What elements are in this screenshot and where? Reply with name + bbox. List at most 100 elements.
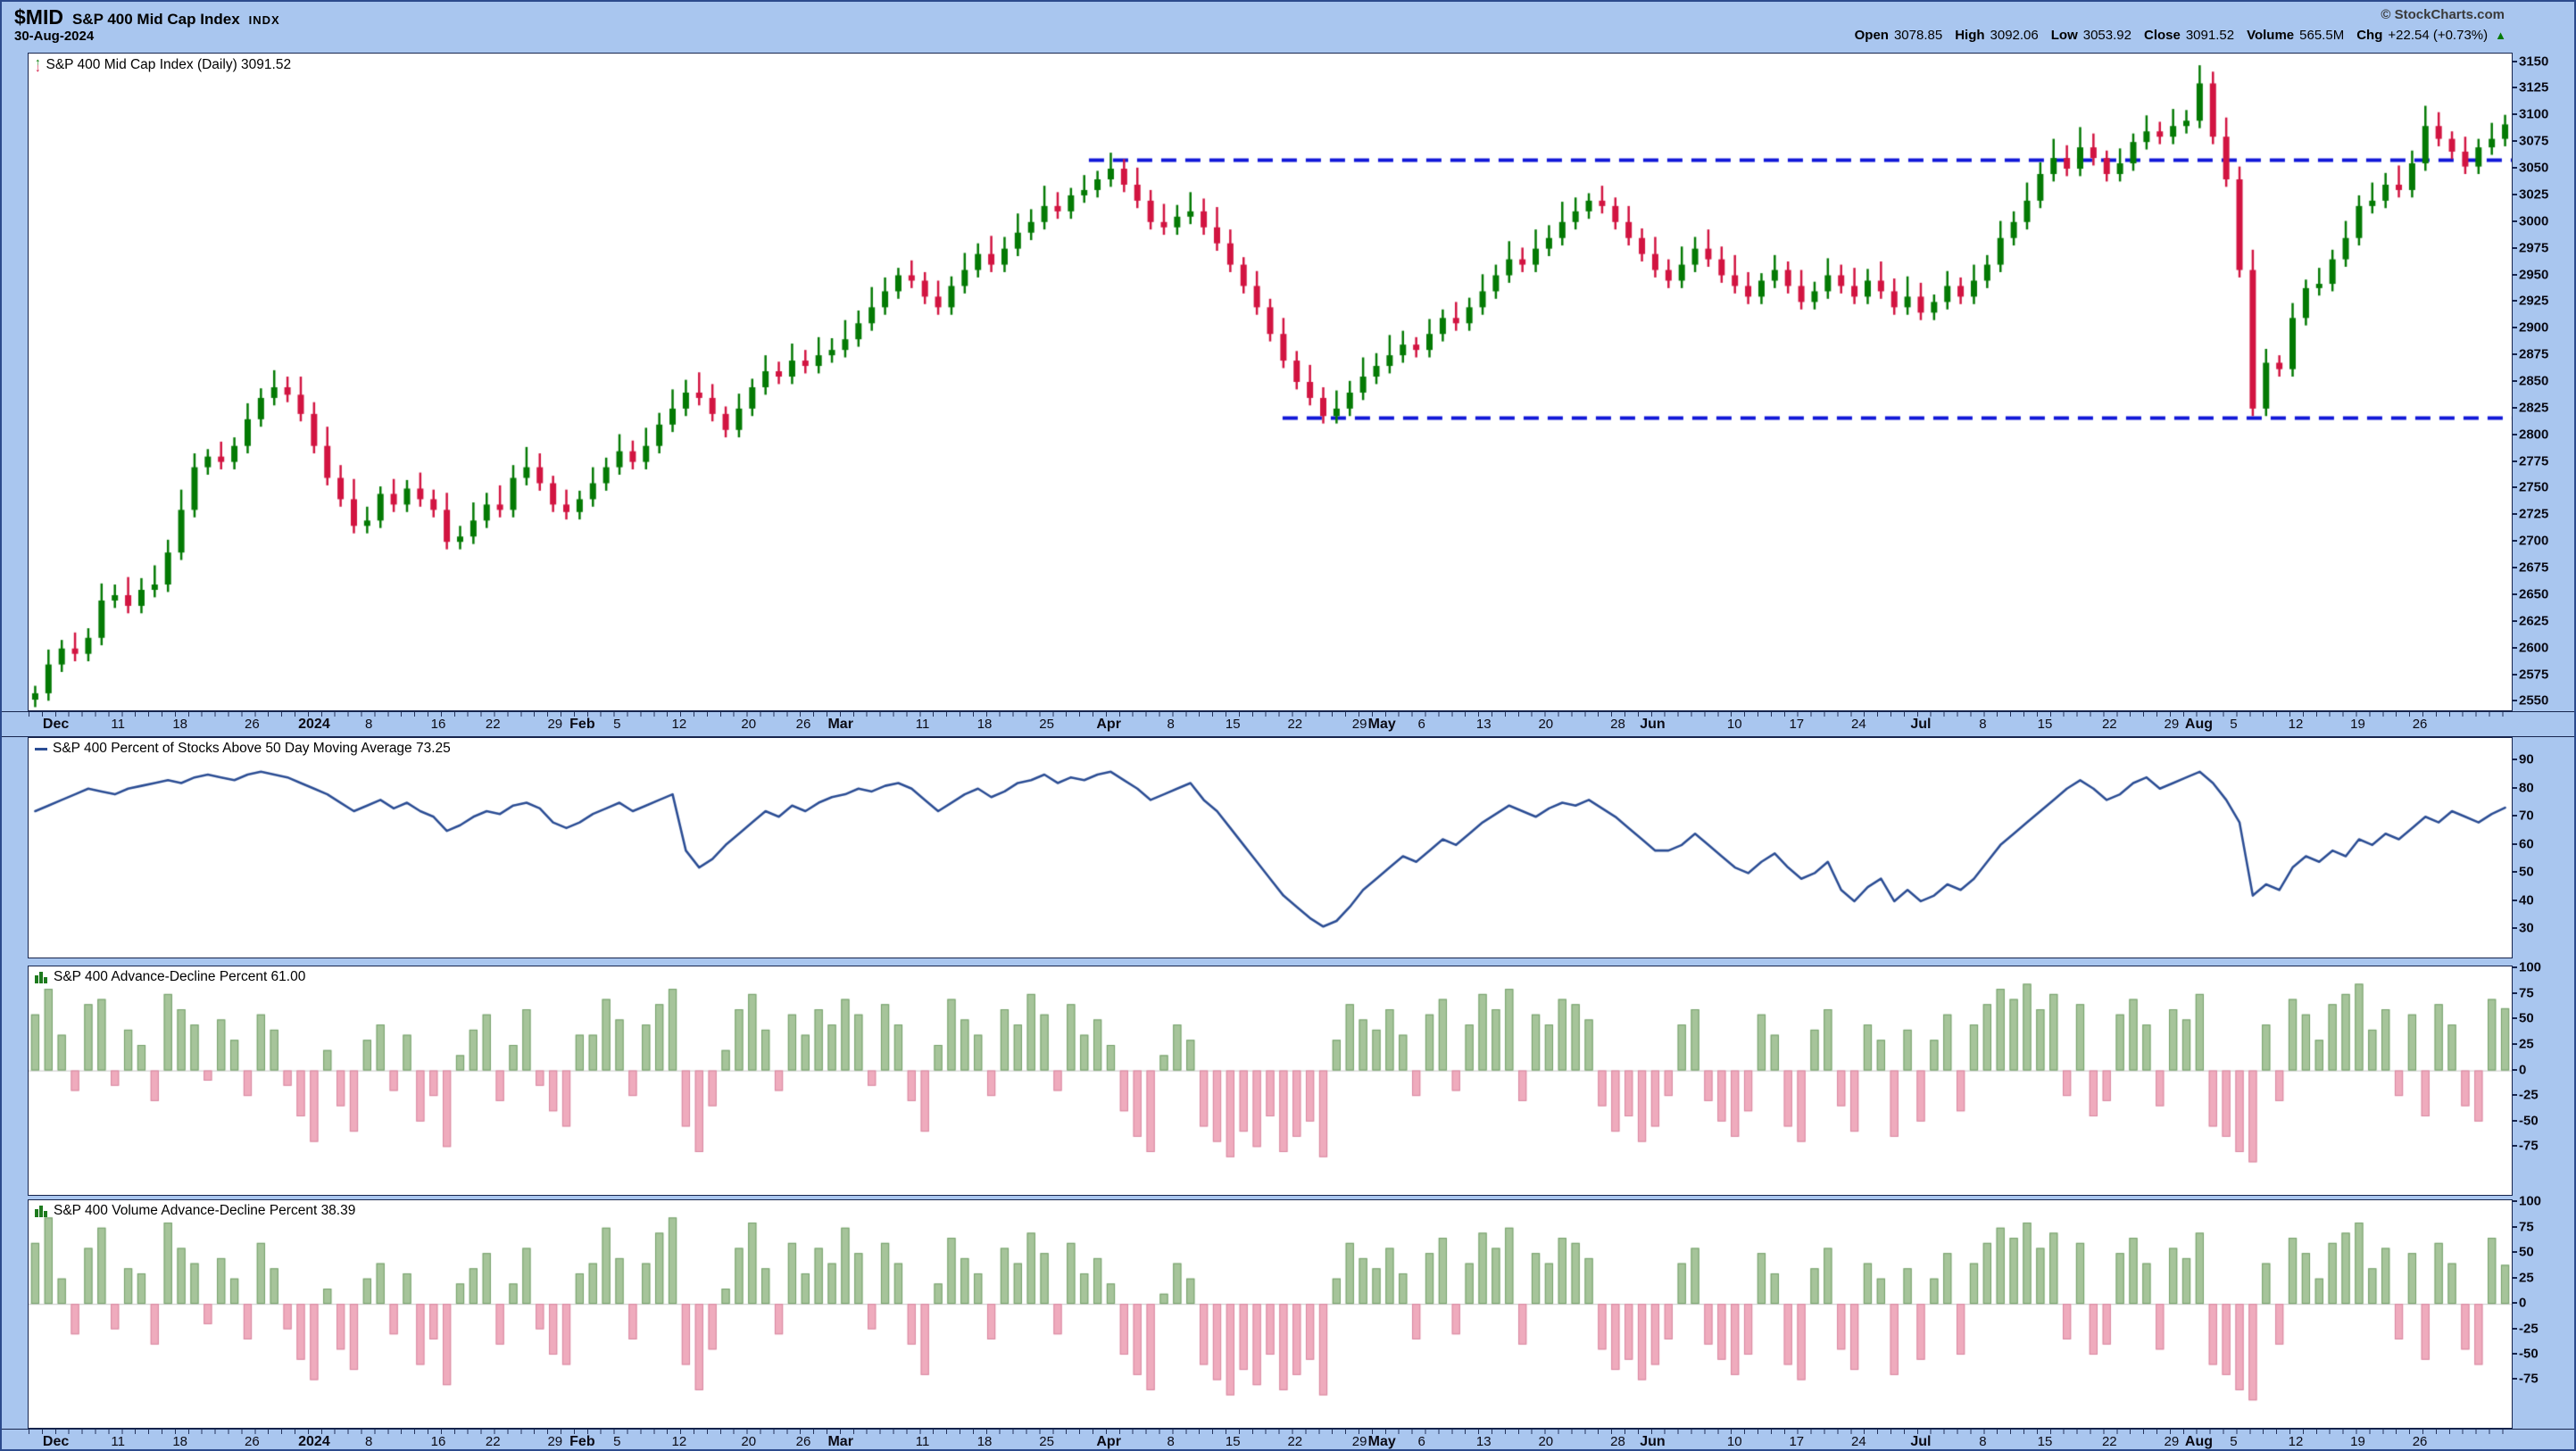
y-axis-tick xyxy=(2512,1226,2517,1228)
y-axis-label: 3075 xyxy=(2519,134,2548,149)
y-axis-tick xyxy=(2512,815,2517,817)
x-axis-label: 12 xyxy=(2289,717,2304,732)
x-axis-minor-ticks xyxy=(29,1430,2512,1434)
x-axis-label: 2024 xyxy=(298,717,330,733)
pct-above-50dma-panel: S&P 400 Percent of Stocks Above 50 Day M… xyxy=(28,737,2513,958)
y-axis-tick xyxy=(2512,647,2517,649)
y-axis-tick xyxy=(2512,1069,2517,1071)
y-axis-label: 3000 xyxy=(2519,213,2548,228)
close-value: 3091.52 xyxy=(2186,28,2234,43)
x-axis-label: 29 xyxy=(1352,717,1367,732)
y-axis-tick xyxy=(2512,620,2517,622)
price-panel-label: ↑↓ S&P 400 Mid Cap Index (Daily) 3091.52 xyxy=(35,56,291,73)
x-axis-label: Jun xyxy=(1640,1434,1665,1450)
ad-percent-bar-canvas xyxy=(29,966,2512,1195)
y-axis-label: 75 xyxy=(2519,1219,2534,1234)
x-axis-label: 8 xyxy=(1168,717,1175,732)
y-axis-tick xyxy=(2512,486,2517,488)
y-axis-tick xyxy=(2512,1200,2517,1202)
x-axis-label: 16 xyxy=(431,717,446,732)
y-axis-tick xyxy=(2512,700,2517,701)
y-axis-label: 30 xyxy=(2519,921,2534,936)
x-axis-label: 6 xyxy=(1418,717,1425,732)
y-axis-label: 3150 xyxy=(2519,54,2548,69)
y-axis-label: 25 xyxy=(2519,1270,2534,1285)
y-axis-tick xyxy=(2512,1043,2517,1045)
open-value: 3078.85 xyxy=(1894,28,1942,43)
x-axis-label: 29 xyxy=(547,717,562,732)
x-axis-label: Dec xyxy=(43,717,69,733)
y-axis-label: 3125 xyxy=(2519,80,2548,95)
x-axis-label: 29 xyxy=(2165,717,2180,732)
symbol-name: S&P 400 Mid Cap Index xyxy=(72,11,240,29)
y-axis-label: 100 xyxy=(2519,1194,2541,1209)
y-axis-label: -50 xyxy=(2519,1347,2539,1362)
x-axis-label: Apr xyxy=(1096,1434,1121,1450)
y-axis-tick xyxy=(2512,220,2517,222)
x-axis-label: 24 xyxy=(1851,1434,1866,1449)
x-axis-label: May xyxy=(1368,1434,1396,1450)
volume-ad-percent-label-text: S&P 400 Volume Advance-Decline Percent 3… xyxy=(54,1203,355,1219)
x-axis-label: 26 xyxy=(796,717,811,732)
x-axis-label: 6 xyxy=(1418,1434,1425,1449)
y-axis-tick xyxy=(2512,300,2517,302)
x-axis-label: 8 xyxy=(1979,1434,1986,1449)
x-axis-label: 26 xyxy=(245,1434,260,1449)
y-axis-tick xyxy=(2512,327,2517,328)
x-axis-label: 11 xyxy=(916,717,930,732)
histogram-icon xyxy=(35,971,48,983)
ad-percent-panel: S&P 400 Advance-Decline Percent 61.00 xyxy=(28,966,2513,1196)
x-axis-label: 12 xyxy=(672,1434,687,1449)
y-axis-label: 90 xyxy=(2519,752,2534,767)
x-axis-label: 8 xyxy=(1168,1434,1175,1449)
x-axis-label: Mar xyxy=(827,1434,852,1450)
y-axis-tick xyxy=(2512,407,2517,409)
price-candlestick-canvas xyxy=(29,54,2512,710)
y-axis-label: 2925 xyxy=(2519,294,2548,309)
y-axis-label: 2775 xyxy=(2519,453,2548,468)
x-axis-label: 20 xyxy=(1538,717,1553,732)
chart-date: 30-Aug-2024 xyxy=(14,29,94,44)
x-axis-label: 5 xyxy=(2230,1434,2237,1449)
y-axis-tick xyxy=(2512,513,2517,515)
y-axis-tick xyxy=(2512,113,2517,115)
quote-bar: Open 3078.85 High 3092.06 Low 3053.92 Cl… xyxy=(1848,28,2506,43)
x-axis-label: 26 xyxy=(2413,717,2428,732)
volume-ad-percent-bar-canvas xyxy=(29,1200,2512,1428)
x-axis-label: 29 xyxy=(547,1434,562,1449)
x-axis-label: Feb xyxy=(569,1434,594,1450)
y-axis-label: -75 xyxy=(2519,1139,2539,1154)
symbol: $MID xyxy=(14,5,63,29)
x-axis-label: 20 xyxy=(741,1434,756,1449)
symbol-exchange: INDX xyxy=(249,13,280,27)
x-axis-label: 20 xyxy=(1538,1434,1553,1449)
high-label: High xyxy=(1955,28,1984,43)
x-axis-label: 8 xyxy=(1979,717,1986,732)
x-axis-label: 11 xyxy=(111,717,125,732)
y-axis-label: 2825 xyxy=(2519,400,2548,415)
x-axis-label: 15 xyxy=(2038,1434,2053,1449)
x-axis-label: 15 xyxy=(2038,717,2053,732)
x-axis-label: 22 xyxy=(1287,717,1302,732)
y-axis-label: 3100 xyxy=(2519,107,2548,122)
y-axis-tick xyxy=(2512,140,2517,142)
y-axis-label: 80 xyxy=(2519,780,2534,795)
y-axis-label: 25 xyxy=(2519,1037,2534,1052)
x-axis-label: 18 xyxy=(172,1434,187,1449)
x-axis-strip-bottom: Dec11182620248162229Feb5122026Mar111825A… xyxy=(2,1429,2576,1451)
y-axis-label: 50 xyxy=(2519,865,2534,880)
x-axis-label: 10 xyxy=(1727,1434,1742,1449)
x-axis-label: Jun xyxy=(1640,717,1665,733)
y-axis-label: 2625 xyxy=(2519,613,2548,628)
y-axis-tick xyxy=(2512,1145,2517,1147)
y-axis-tick xyxy=(2512,759,2517,760)
x-axis-label: 11 xyxy=(916,1434,930,1449)
y-axis-label: -25 xyxy=(2519,1088,2539,1103)
y-axis-tick xyxy=(2512,1302,2517,1304)
x-axis-label: 28 xyxy=(1610,717,1625,732)
x-axis-label: 26 xyxy=(2413,1434,2428,1449)
x-axis-label: 25 xyxy=(1039,717,1054,732)
y-axis-tick xyxy=(2512,1017,2517,1019)
y-axis-label: 2875 xyxy=(2519,347,2548,362)
y-axis-tick xyxy=(2512,1378,2517,1380)
